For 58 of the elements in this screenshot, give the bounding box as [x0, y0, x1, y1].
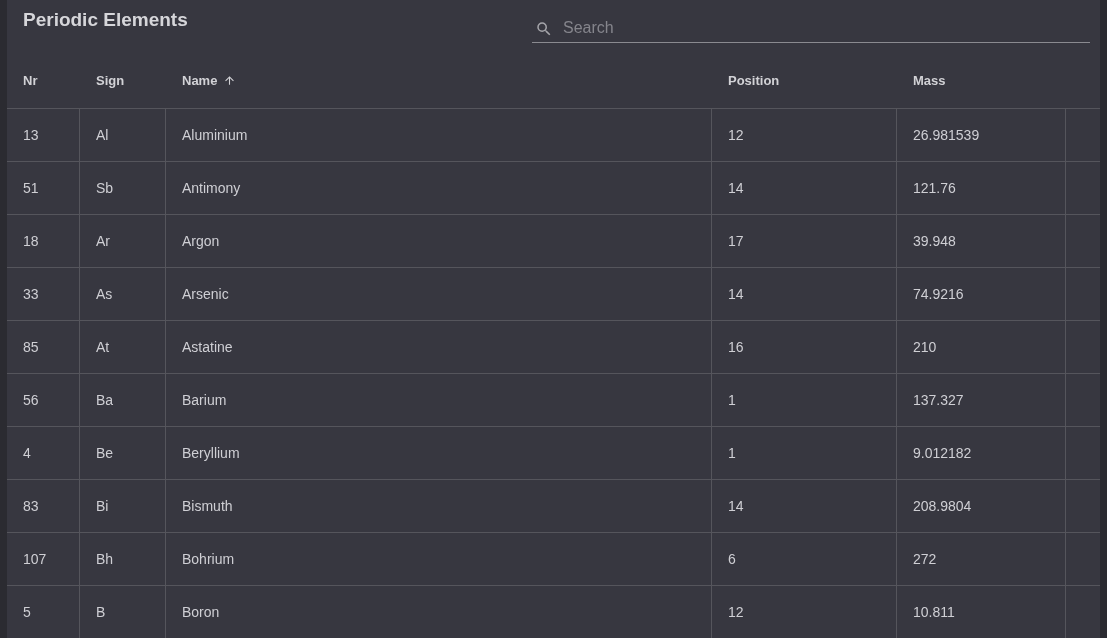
- table-cell: 17: [712, 215, 897, 268]
- table-cell: As: [80, 268, 166, 321]
- table-cell: B: [80, 586, 166, 638]
- table-cell: 10.811: [897, 586, 1066, 638]
- table-cell: 16: [712, 321, 897, 374]
- search-field[interactable]: Search: [532, 14, 1090, 43]
- table-cell: 208.9804: [897, 480, 1066, 533]
- table-cell: 14: [712, 268, 897, 321]
- table-cell: 13: [7, 109, 80, 162]
- table-cell: Bohrium: [166, 533, 712, 586]
- table-cell: 9.012182: [897, 427, 1066, 480]
- table-cell: 14: [712, 480, 897, 533]
- table-cell: Antimony: [166, 162, 712, 215]
- table-cell: At: [80, 321, 166, 374]
- table-cell: 210: [897, 321, 1066, 374]
- table-cell: Arsenic: [166, 268, 712, 321]
- table-cell: 14: [712, 162, 897, 215]
- table-cell: 1: [712, 427, 897, 480]
- table-cell: Bh: [80, 533, 166, 586]
- table-cell: 12: [712, 109, 897, 162]
- table-cell: 121.76: [897, 162, 1066, 215]
- table-cell: 33: [7, 268, 80, 321]
- table-cell: Barium: [166, 374, 712, 427]
- table-cell: 1: [712, 374, 897, 427]
- column-header[interactable]: Position: [728, 73, 780, 88]
- table-cell: 12: [712, 586, 897, 638]
- table-cell: 83: [7, 480, 80, 533]
- table-cell: 56: [7, 374, 80, 427]
- column-header[interactable]: Mass: [913, 73, 946, 88]
- table-cell: Beryllium: [166, 427, 712, 480]
- table-cell: Astatine: [166, 321, 712, 374]
- table-cell: 107: [7, 533, 80, 586]
- search-icon: [535, 20, 553, 38]
- table-cell: Be: [80, 427, 166, 480]
- table-cell: 137.327: [897, 374, 1066, 427]
- table-cell: 5: [7, 586, 80, 638]
- table-cell: Bi: [80, 480, 166, 533]
- table-cell: Ar: [80, 215, 166, 268]
- table-cell: 39.948: [897, 215, 1066, 268]
- table-cell: 85: [7, 321, 80, 374]
- table-cell: Boron: [166, 586, 712, 638]
- table-cell: 51: [7, 162, 80, 215]
- table-cell: Ba: [80, 374, 166, 427]
- table-cell: 6: [712, 533, 897, 586]
- table-cell: 272: [897, 533, 1066, 586]
- table-cell: 74.9216: [897, 268, 1066, 321]
- table-cell: 18: [7, 215, 80, 268]
- table-cell: Sb: [80, 162, 166, 215]
- column-header[interactable]: Nr: [23, 73, 38, 88]
- column-header[interactable]: Name: [182, 73, 218, 88]
- table-cell: 4: [7, 427, 80, 480]
- table-cell: Al: [80, 109, 166, 162]
- table-cell: Argon: [166, 215, 712, 268]
- column-header[interactable]: Sign: [96, 73, 125, 88]
- table-cell: 26.981539: [897, 109, 1066, 162]
- table-cell: Bismuth: [166, 480, 712, 533]
- table-cell: Aluminium: [166, 109, 712, 162]
- page-title: Periodic Elements: [23, 9, 188, 31]
